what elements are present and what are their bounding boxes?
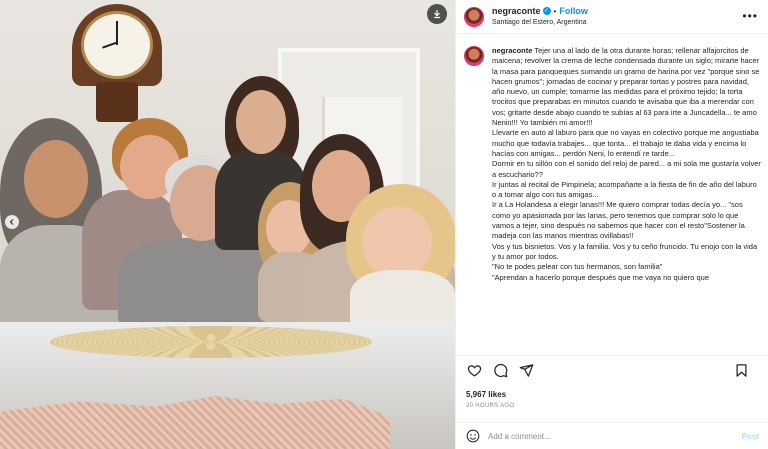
verified-badge-icon: ✓ [542,7,551,16]
caption-username[interactable]: negraconte [492,46,532,55]
header-text: negraconte ✓ • Follow Santiago del Estero, … [492,6,588,28]
caption-paragraph: negraconte Tejer una al lado de la otra … [492,46,760,128]
instagram-post: negraconte ✓ • Follow Santiago del Estero, … [0,0,768,449]
likes-count[interactable]: 5,967 likes [466,390,506,399]
caption-paragraph: Dormir en tu sillón con el sonido del re… [492,159,761,179]
username[interactable]: negraconte [492,6,541,16]
post-header: negraconte ✓ • Follow Santiago del Estero, … [456,0,768,34]
follow-button[interactable]: Follow [559,6,588,16]
caption-paragraph: Ir a La Holandesa a elegir lanas!!! Me q… [492,200,745,241]
caption-paragraph: Llevarte en auto al laburo para que no v… [492,128,759,158]
caption-section: negraconte Tejer una al lado de la otra … [456,38,768,354]
emoji-icon[interactable] [466,429,480,443]
share-icon[interactable] [518,363,534,379]
more-horizontal-icon[interactable]: ••• [742,9,758,23]
comment-input[interactable] [488,431,718,441]
caption-paragraph: Ir juntas al recital de Pimpinela; acomp… [492,179,757,200]
post-comment-button[interactable]: Post [742,432,759,441]
avatar[interactable] [464,6,484,27]
comment-bar: Post [456,422,768,449]
post-photo[interactable] [0,0,455,449]
download-icon[interactable] [427,4,447,24]
caption-paragraph: "No te podes pelear con tus hermanos, so… [492,262,663,272]
caption-avatar[interactable] [464,46,484,66]
heart-icon[interactable] [466,363,482,379]
wall-clock [72,4,162,122]
chevron-left-icon[interactable] [5,215,19,229]
caption-paragraph: Vos y tus bisnietos. Vos y la familia. V… [492,241,758,261]
comment-icon[interactable] [492,363,508,379]
post-details-panel: negraconte ✓ • Follow Santiago del Estero, … [455,0,768,449]
separator: • [553,6,557,16]
knitted-fabric [0,396,390,449]
action-bar [456,355,768,385]
post-timestamp[interactable]: 20 HOURS AGO [466,403,514,409]
bookmark-icon[interactable] [733,363,749,379]
caption-paragraph: "Aprendan a hacerlo porque después que m… [492,272,709,282]
location-link[interactable]: Santiago del Estero, Argentina [492,17,588,28]
crochet-doily [50,326,372,358]
caption-text: negraconte Tejer una al lado de la otra … [492,46,761,354]
